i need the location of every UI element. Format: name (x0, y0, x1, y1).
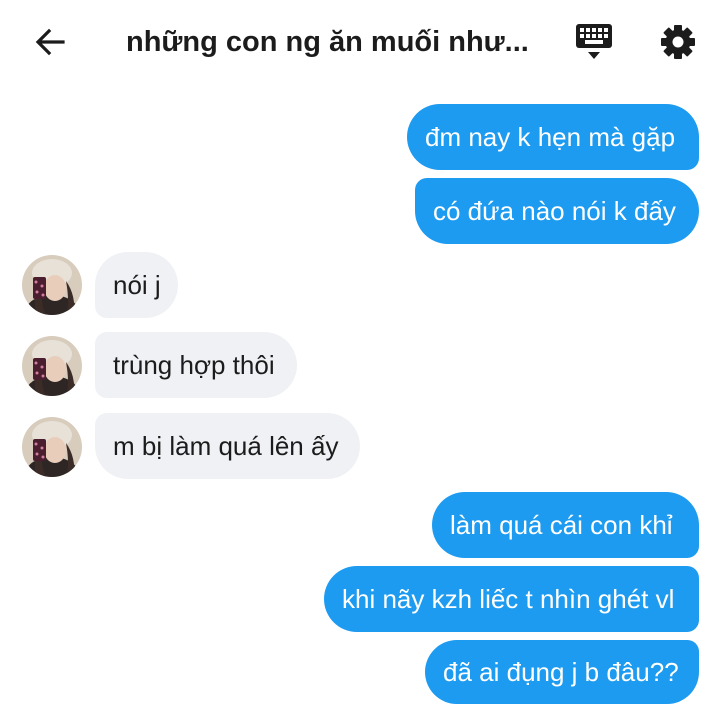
message-bubble-incoming[interactable]: m bị làm quá lên ấy (95, 413, 360, 479)
avatar[interactable] (22, 417, 82, 477)
chat-header: những con ng ăn muối như... (0, 0, 720, 84)
message-bubble-outgoing[interactable]: có đứa nào nói k đấy (415, 178, 699, 244)
keyboard-button[interactable] (572, 20, 616, 64)
avatar-image (22, 255, 82, 315)
avatar-image (22, 417, 82, 477)
back-button[interactable] (28, 22, 72, 62)
message-bubble-incoming[interactable]: trùng hợp thôi (95, 332, 297, 398)
avatar[interactable] (22, 255, 82, 315)
message-bubble-outgoing[interactable]: đã ai đụng j b đâu?? (425, 640, 699, 704)
message-bubble-outgoing[interactable]: khi nãy kzh liếc t nhìn ghét vl (324, 566, 699, 632)
message-bubble-outgoing[interactable]: đm nay k hẹn mà gặp (407, 104, 699, 170)
keyboard-icon (576, 24, 612, 59)
avatar-image (22, 336, 82, 396)
chat-title: những con ng ăn muối như... (126, 26, 529, 58)
message-bubble-outgoing[interactable]: làm quá cái con khỉ (432, 492, 699, 558)
arrow-left-icon (35, 28, 65, 56)
gear-icon (661, 25, 695, 59)
message-bubble-incoming[interactable]: nói j (95, 252, 178, 318)
avatar[interactable] (22, 336, 82, 396)
settings-button[interactable] (656, 20, 700, 64)
